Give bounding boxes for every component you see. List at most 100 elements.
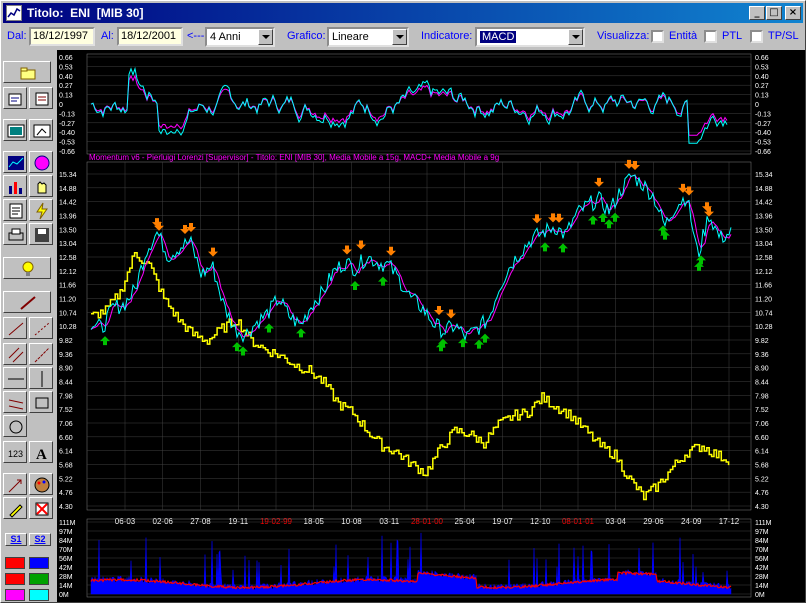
ptl-checkbox[interactable] bbox=[704, 30, 717, 43]
line-button[interactable] bbox=[3, 317, 27, 339]
macd-tick-label-right: -0.40 bbox=[755, 130, 771, 137]
diagonal-button[interactable] bbox=[29, 343, 53, 365]
rectangle-button[interactable] bbox=[29, 391, 53, 413]
globe-button[interactable] bbox=[29, 151, 53, 173]
delete-button[interactable] bbox=[29, 497, 53, 519]
arrow-button[interactable] bbox=[3, 473, 27, 495]
lightbulb-icon bbox=[22, 261, 34, 276]
x-axis-date-label: 10-08 bbox=[341, 517, 362, 526]
chevron-down-icon[interactable] bbox=[392, 29, 407, 45]
macd-tick-label-right: 0.40 bbox=[755, 74, 769, 81]
ptl-label: PTL bbox=[722, 30, 743, 42]
print-icon bbox=[8, 228, 24, 241]
dashed-line-icon bbox=[34, 322, 50, 336]
pen-button[interactable] bbox=[3, 497, 27, 519]
entita-label: Entità bbox=[669, 30, 698, 42]
numbers-button[interactable]: 123 bbox=[3, 441, 27, 463]
dashed-line-button[interactable] bbox=[29, 317, 53, 339]
s2-button[interactable]: S2 bbox=[29, 533, 51, 546]
grafico-select[interactable]: Lineare bbox=[327, 27, 409, 47]
text-button[interactable]: A bbox=[29, 441, 53, 463]
chart-svg: 0.66 0.66 0.53 0.53 0.40 0.40 0.27 0.27 0.13 0.13… bbox=[59, 53, 773, 599]
color-swatch[interactable] bbox=[5, 589, 25, 601]
notes-button[interactable] bbox=[3, 199, 27, 221]
open-file-icon bbox=[8, 93, 22, 106]
maximize-button[interactable]: □ bbox=[766, 6, 782, 20]
buy-signal-arrow bbox=[296, 328, 306, 338]
macd-tick-label-left: 0.13 bbox=[59, 93, 73, 100]
vertical-line-button[interactable] bbox=[29, 367, 53, 389]
price-tick-label-right: 10.74 bbox=[755, 310, 773, 317]
buy-signal-arrow bbox=[458, 338, 468, 348]
indicatore-select[interactable]: MACD bbox=[475, 27, 585, 47]
print-button[interactable] bbox=[3, 223, 27, 245]
price-tick-label-right: 12.58 bbox=[755, 255, 773, 262]
lightning-button[interactable] bbox=[29, 199, 53, 221]
price-tick-label-left: 9.82 bbox=[59, 338, 73, 345]
period-select[interactable]: 4 Anni bbox=[205, 27, 275, 47]
vertical-line-icon bbox=[41, 371, 43, 387]
x-axis-date-label: 03-11 bbox=[379, 517, 399, 526]
save-file-button[interactable] bbox=[29, 87, 53, 109]
price-tick-label-right: 14.42 bbox=[755, 200, 773, 207]
toolbar: Dal: 18/12/1997 Al: 18/12/2001 <--- 4 An… bbox=[3, 25, 803, 49]
color-swatch[interactable] bbox=[5, 557, 25, 569]
chart-area[interactable]: 0.66 0.66 0.53 0.53 0.40 0.40 0.27 0.27 0.13 0.13… bbox=[57, 50, 805, 602]
price-panel-frame bbox=[86, 161, 752, 511]
visualizza-label: Visualizza: bbox=[597, 30, 650, 42]
chevron-down-icon[interactable] bbox=[258, 29, 273, 45]
lightbulb-button[interactable] bbox=[3, 257, 51, 279]
export-image-button[interactable] bbox=[29, 119, 53, 141]
price-tick-label-right: 4.30 bbox=[755, 504, 769, 511]
macd-tick-label-left: -0.40 bbox=[59, 130, 75, 137]
minimize-button[interactable]: _ bbox=[749, 6, 765, 20]
price-tick-label-left: 9.36 bbox=[59, 352, 73, 359]
disk-button[interactable] bbox=[29, 223, 53, 245]
tpsl-checkbox[interactable] bbox=[750, 30, 763, 43]
palette-icon bbox=[34, 477, 50, 493]
folder-icon bbox=[20, 67, 36, 80]
macd-tick-label-left: 0.66 bbox=[59, 55, 73, 62]
bar-chart-button[interactable] bbox=[3, 175, 27, 197]
macd-tick-label-left: 0.53 bbox=[59, 64, 73, 71]
nav-back-button[interactable]: <--- bbox=[187, 30, 204, 42]
dal-date-field[interactable]: 18/12/1997 bbox=[29, 27, 95, 46]
color-swatch[interactable] bbox=[29, 573, 49, 585]
open-file-button[interactable] bbox=[3, 87, 27, 109]
x-axis-date-label: 18-05 bbox=[304, 517, 325, 526]
horizontal-line-button[interactable] bbox=[3, 367, 27, 389]
channel-button[interactable] bbox=[3, 391, 27, 413]
color-swatch[interactable] bbox=[5, 573, 25, 585]
buy-signal-arrow bbox=[474, 339, 484, 349]
application-window: Titolo: ENI [MIB 30] _ □ × Dal: 18/12/19… bbox=[0, 0, 806, 603]
buy-signal-arrow bbox=[100, 336, 110, 346]
price-tick-label-left: 7.98 bbox=[59, 393, 73, 400]
al-date-field[interactable]: 18/12/2001 bbox=[117, 27, 183, 46]
price-tick-label-right: 7.98 bbox=[755, 393, 769, 400]
image-button[interactable] bbox=[3, 119, 27, 141]
folder-button[interactable] bbox=[3, 61, 51, 83]
entita-checkbox[interactable] bbox=[651, 30, 664, 43]
indicatore-value: MACD bbox=[480, 31, 517, 43]
buy-signal-arrow bbox=[238, 346, 248, 356]
trendline-button[interactable] bbox=[3, 291, 51, 313]
color-swatch[interactable] bbox=[29, 589, 49, 601]
x-axis-date-label: 19-11 bbox=[228, 517, 248, 526]
price-tick-label-right: 11.66 bbox=[755, 283, 772, 290]
color-swatch[interactable] bbox=[29, 557, 49, 569]
line-chart-button[interactable] bbox=[3, 151, 27, 173]
price-tick-label-left: 12.58 bbox=[59, 255, 77, 262]
x-axis-date-label: 12-10 bbox=[530, 517, 551, 526]
palette-button[interactable] bbox=[29, 473, 53, 495]
hand-button[interactable] bbox=[29, 175, 53, 197]
close-button[interactable]: × bbox=[785, 6, 801, 20]
parallel-button[interactable] bbox=[3, 343, 27, 365]
x-axis-date-label: 17-12 bbox=[719, 517, 740, 526]
diagonal-icon bbox=[34, 347, 50, 363]
sell-signal-arrow bbox=[180, 225, 190, 235]
chevron-down-icon[interactable] bbox=[568, 29, 583, 45]
macd-tick-label-right: 0.13 bbox=[755, 93, 769, 100]
circle-button[interactable] bbox=[3, 415, 27, 437]
price-tick-label-left: 6.60 bbox=[59, 435, 73, 442]
s1-button[interactable]: S1 bbox=[5, 533, 27, 546]
